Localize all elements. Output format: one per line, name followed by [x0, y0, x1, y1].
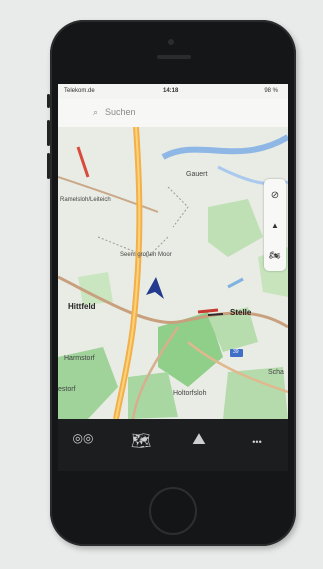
tab-ride-icon[interactable]: ◎◎	[66, 431, 100, 457]
compass-icon[interactable]: ⊘	[264, 181, 286, 209]
map-canvas	[58, 127, 288, 419]
status-bar: Telekom.de 14:18 98 %	[58, 84, 288, 99]
home-button[interactable]	[149, 487, 197, 535]
navigate-arrow-icon[interactable]: ▲	[264, 211, 286, 239]
volume-up-button	[47, 120, 50, 146]
carrier-label: Telekom.de	[64, 88, 95, 94]
phone-frame: Telekom.de 14:18 98 % ⌕ Suchen Gauert Ra…	[47, 20, 296, 546]
app-screen: Telekom.de 14:18 98 % ⌕ Suchen Gauert Ra…	[58, 84, 288, 471]
search-icon: ⌕	[93, 107, 99, 117]
front-camera	[168, 39, 174, 45]
map-label-harmstorf: Harmstorf	[64, 355, 95, 362]
map-view[interactable]: Gauert Ramelsloh/Leiteich Seem großen Mo…	[58, 127, 288, 419]
volume-down-button	[47, 153, 50, 179]
map-label-scha: Scha	[268, 369, 284, 376]
map-label-stelle: Stelle	[230, 308, 252, 317]
map-controls: ⊘ ▲ 🏍	[264, 179, 286, 271]
mute-switch	[47, 94, 50, 108]
map-label-holtorfsloh: Holtorfsloh	[173, 390, 207, 397]
road-number-39: 39	[233, 349, 239, 355]
search-bar[interactable]: ⌕ Suchen	[58, 99, 288, 128]
motorcycle-icon[interactable]: 🏍	[264, 241, 286, 269]
bottom-tab-bar: ◎◎ 🗺 ⛰ •••	[58, 419, 288, 471]
search-input[interactable]: Suchen	[105, 107, 136, 117]
map-label-leuteweich: Ramelsloh/Leiteich	[60, 197, 111, 203]
earpiece-speaker	[157, 55, 191, 59]
map-label-moor: Seem großen Moor	[120, 252, 172, 258]
map-label-gauert: Gauert	[186, 171, 208, 178]
map-label-hittfeld: Hittfeld	[68, 302, 96, 311]
tab-map-icon[interactable]: 🗺	[124, 431, 158, 457]
clock: 14:18	[163, 88, 179, 94]
tab-routes-icon[interactable]: ⛰	[182, 431, 216, 457]
tab-more-icon[interactable]: •••	[240, 437, 274, 463]
battery-level: 98 %	[264, 88, 278, 94]
map-label-estorf: estorf	[58, 386, 76, 393]
